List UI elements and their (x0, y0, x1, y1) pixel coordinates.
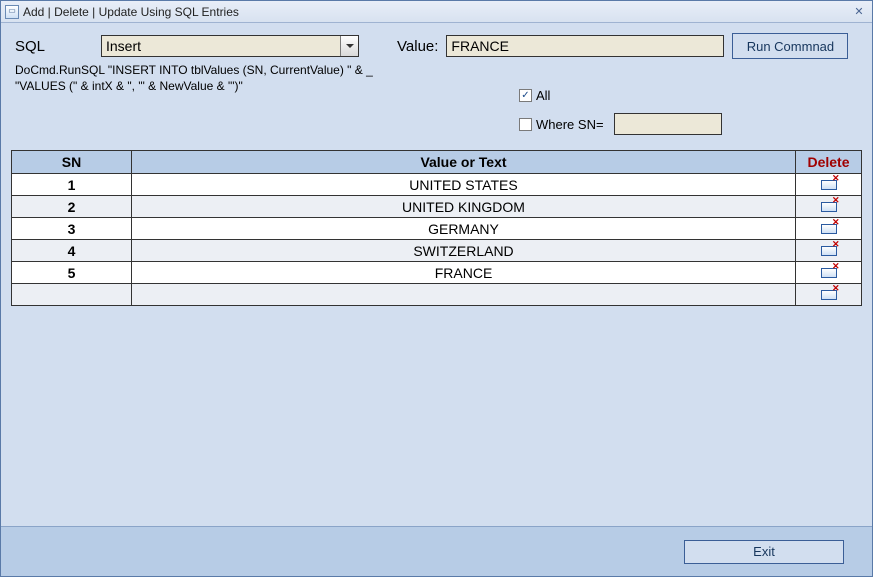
code-line-1: DoCmd.RunSQL "INSERT INTO tblValues (SN,… (15, 63, 373, 77)
footer-bar: Exit (1, 526, 872, 576)
cell-delete (796, 174, 862, 196)
cell-value: SWITZERLAND (132, 240, 796, 262)
value-label: Value: (397, 38, 438, 55)
cell-delete (796, 240, 862, 262)
cell-value: UNITED KINGDOM (132, 196, 796, 218)
sql-code-preview: DoCmd.RunSQL "INSERT INTO tblValues (SN,… (11, 63, 411, 94)
delete-row-icon[interactable] (821, 288, 837, 300)
cell-sn: 5 (12, 262, 132, 284)
top-controls-row: SQL Insert Value: Run Commnad (11, 33, 862, 59)
run-command-button[interactable]: Run Commnad (732, 33, 848, 59)
col-header-sn: SN (12, 151, 132, 174)
col-header-value: Value or Text (132, 151, 796, 174)
window-frame: ▭ Add | Delete | Update Using SQL Entrie… (0, 0, 873, 577)
all-checkbox-row: ✓ All (519, 88, 550, 103)
close-icon[interactable]: ✕ (850, 5, 868, 19)
all-checkbox-label: All (536, 88, 550, 103)
cell-sn: 1 (12, 174, 132, 196)
table-row: 1UNITED STATES (12, 174, 862, 196)
cell-sn: 2 (12, 196, 132, 218)
form-body: SQL Insert Value: Run Commnad DoCmd.RunS… (1, 23, 872, 576)
delete-row-icon[interactable] (821, 266, 837, 278)
delete-row-icon[interactable] (821, 178, 837, 190)
delete-row-icon[interactable] (821, 200, 837, 212)
sql-combo-value: Insert (106, 38, 141, 54)
cell-delete (796, 196, 862, 218)
table-header-row: SN Value or Text Delete (12, 151, 862, 174)
form-icon: ▭ (5, 5, 19, 19)
table-row: 4SWITZERLAND (12, 240, 862, 262)
cell-delete (796, 284, 862, 306)
cell-delete (796, 262, 862, 284)
cell-value: FRANCE (132, 262, 796, 284)
cell-sn (12, 284, 132, 306)
cell-value: UNITED STATES (132, 174, 796, 196)
window-title: Add | Delete | Update Using SQL Entries (23, 5, 850, 19)
where-checkbox[interactable] (519, 118, 532, 131)
cell-sn: 3 (12, 218, 132, 240)
delete-row-icon[interactable] (821, 222, 837, 234)
combo-dropdown-button[interactable] (340, 36, 358, 56)
chevron-down-icon (346, 44, 354, 48)
where-checkbox-row: Where SN= (519, 113, 722, 135)
where-checkbox-label: Where SN= (536, 117, 604, 132)
exit-button[interactable]: Exit (684, 540, 844, 564)
cell-sn: 4 (12, 240, 132, 262)
table-row: 5FRANCE (12, 262, 862, 284)
code-line-2: "VALUES (" & intX & ", '" & NewValue & "… (15, 79, 243, 93)
cell-value: GERMANY (132, 218, 796, 240)
table-row: 3GERMANY (12, 218, 862, 240)
sql-combo[interactable]: Insert (101, 35, 359, 57)
table-row: 2UNITED KINGDOM (12, 196, 862, 218)
col-header-delete: Delete (796, 151, 862, 174)
sql-label: SQL (11, 38, 93, 55)
where-sn-input[interactable] (614, 113, 722, 135)
values-table: SN Value or Text Delete 1UNITED STATES2U… (11, 150, 862, 306)
all-checkbox[interactable]: ✓ (519, 89, 532, 102)
titlebar: ▭ Add | Delete | Update Using SQL Entrie… (1, 1, 872, 23)
table-row (12, 284, 862, 306)
value-input[interactable] (446, 35, 724, 57)
cell-value (132, 284, 796, 306)
cell-delete (796, 218, 862, 240)
delete-row-icon[interactable] (821, 244, 837, 256)
